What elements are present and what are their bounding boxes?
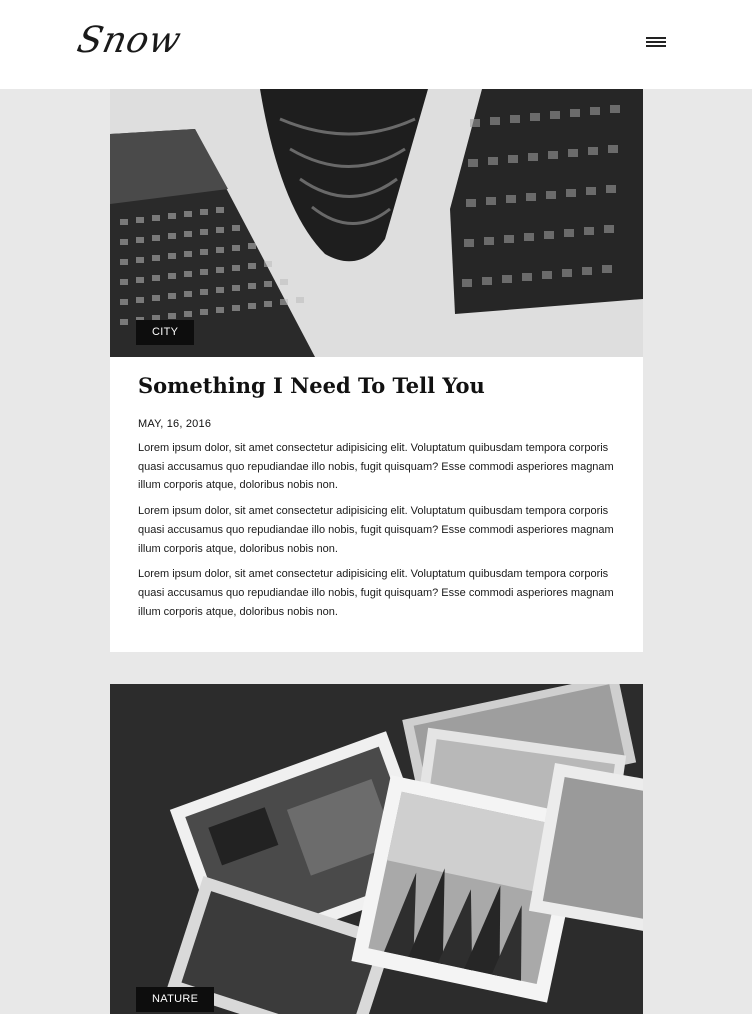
scattered-photos-illustration (110, 684, 643, 1014)
category-tag[interactable]: CITY (136, 320, 195, 345)
menu-line (646, 41, 666, 43)
category-tag[interactable]: NATURE (136, 987, 215, 1012)
post-date: MAY, 16, 2016 (138, 418, 212, 430)
site-header: Snow (0, 0, 752, 89)
city-buildings-illustration (110, 89, 643, 357)
post-body: Something I Need To Tell You MAY, 16, 20… (110, 357, 643, 621)
post-image-photographs[interactable]: NATURE (110, 684, 643, 1014)
site-logo[interactable]: Snow (74, 20, 185, 61)
post-paragraph: Lorem ipsum dolor, sit amet consectetur … (138, 568, 614, 618)
post-paragraph: Lorem ipsum dolor, sit amet consectetur … (138, 442, 614, 492)
menu-line (646, 37, 666, 39)
blog-post-card: CITY Something I Need To Tell You MAY, 1… (110, 89, 643, 652)
post-title[interactable]: Something I Need To Tell You (138, 371, 615, 401)
post-paragraph: Lorem ipsum dolor, sit amet consectetur … (138, 505, 614, 555)
hamburger-menu-icon[interactable] (644, 34, 668, 52)
blog-post-card: NATURE (110, 684, 643, 1014)
menu-line (646, 45, 666, 47)
post-image-city-buildings[interactable]: CITY (110, 89, 643, 357)
